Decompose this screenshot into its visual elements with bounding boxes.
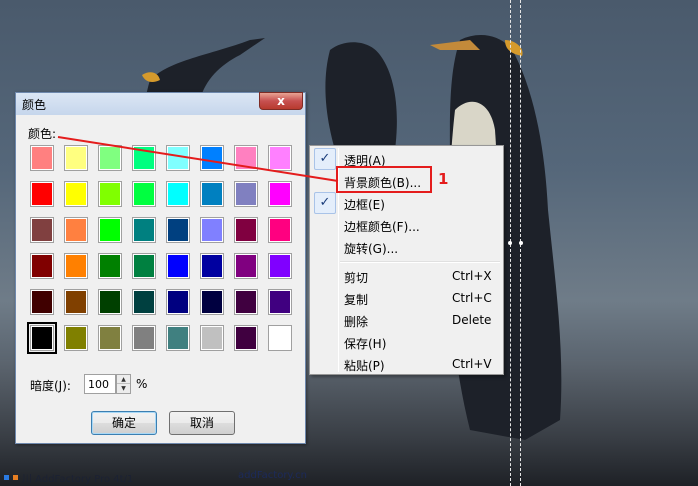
opacity-input[interactable]	[84, 374, 116, 394]
color-swatch[interactable]	[30, 253, 54, 279]
color-swatch[interactable]	[30, 289, 54, 315]
menu-item-label: 旋转(G)...	[344, 242, 399, 256]
dialog-title: 颜色	[22, 98, 47, 112]
color-swatch[interactable]	[268, 181, 292, 207]
color-swatch[interactable]	[268, 217, 292, 243]
stepper-up-icon[interactable]: ▲	[117, 375, 130, 384]
color-swatch[interactable]	[30, 145, 54, 171]
footer-link[interactable]: addFactory.cn	[238, 470, 307, 481]
color-swatch[interactable]	[132, 145, 156, 171]
color-swatch[interactable]	[132, 181, 156, 207]
color-swatch[interactable]	[234, 145, 258, 171]
color-swatch[interactable]	[268, 325, 292, 351]
dialog-titlebar[interactable]: 颜色 x	[16, 92, 305, 115]
color-swatch[interactable]	[64, 325, 88, 351]
color-swatch[interactable]	[200, 289, 224, 315]
color-swatch[interactable]	[166, 181, 190, 207]
opacity-label: 暗度(J):	[30, 379, 71, 393]
color-swatch[interactable]	[64, 217, 88, 243]
color-swatch[interactable]	[200, 253, 224, 279]
color-swatch[interactable]	[166, 217, 190, 243]
footer-left-text: 川 AddFactory Pro 4t/1	[22, 473, 134, 485]
menu-item-shortcut: Delete	[452, 313, 492, 327]
menu-item-shortcut: Ctrl+V	[452, 357, 492, 371]
color-swatch[interactable]	[132, 325, 156, 351]
cancel-button[interactable]: 取消	[169, 411, 235, 435]
color-swatch[interactable]	[200, 181, 224, 207]
color-swatch[interactable]	[132, 253, 156, 279]
color-swatch[interactable]	[200, 325, 224, 351]
color-swatch[interactable]	[27, 322, 57, 354]
color-swatch[interactable]	[268, 289, 292, 315]
color-swatch[interactable]	[30, 217, 54, 243]
color-swatch[interactable]	[98, 145, 122, 171]
menu-item-shortcut: Ctrl+C	[452, 291, 492, 305]
menu-item-label: 删除	[344, 315, 369, 329]
menu-item-border[interactable]: ✓ 边框(E)	[312, 192, 501, 214]
color-dialog: 颜色 x 颜色: 暗度(J): ▲ ▼ % 确定 取消	[15, 92, 306, 444]
annotation-highlight-box	[336, 166, 432, 193]
color-label: 颜色:	[28, 127, 57, 141]
color-swatch[interactable]	[64, 289, 88, 315]
color-swatch[interactable]	[30, 181, 54, 207]
color-swatch[interactable]	[234, 181, 258, 207]
color-swatch-grid	[27, 145, 292, 354]
menu-item-delete[interactable]: 删除 Delete	[312, 309, 501, 331]
menu-separator	[340, 261, 500, 263]
color-swatch[interactable]	[234, 289, 258, 315]
opacity-stepper[interactable]: ▲ ▼	[116, 374, 131, 394]
color-swatch[interactable]	[200, 217, 224, 243]
color-swatch[interactable]	[166, 325, 190, 351]
close-button[interactable]: x	[259, 92, 303, 110]
color-swatch[interactable]	[166, 289, 190, 315]
menu-item-label: 复制	[344, 293, 369, 307]
ok-button[interactable]: 确定	[91, 411, 157, 435]
menu-item-label: 粘贴(P)	[344, 359, 385, 373]
menu-item-paste[interactable]: 粘贴(P) Ctrl+V	[312, 353, 501, 375]
status-dot	[4, 474, 9, 480]
menu-item-shortcut: Ctrl+X	[452, 269, 492, 283]
selection-handle[interactable]	[508, 241, 512, 245]
color-swatch[interactable]	[234, 217, 258, 243]
color-swatch[interactable]	[98, 181, 122, 207]
menu-item-label: 剪切	[344, 271, 369, 285]
color-swatch[interactable]	[64, 145, 88, 171]
menu-item-label: 边框(E)	[344, 198, 385, 212]
color-swatch[interactable]	[268, 145, 292, 171]
selection-handle[interactable]	[519, 241, 523, 245]
menu-item-border-color[interactable]: 边框颜色(F)...	[312, 214, 501, 236]
color-swatch[interactable]	[64, 253, 88, 279]
color-swatch[interactable]	[132, 217, 156, 243]
color-swatch[interactable]	[200, 145, 224, 171]
menu-item-label: 保存(H)	[344, 337, 387, 351]
checkmark-icon: ✓	[314, 148, 336, 170]
color-swatch[interactable]	[166, 145, 190, 171]
color-swatch[interactable]	[166, 253, 190, 279]
color-swatch[interactable]	[98, 253, 122, 279]
footer-status: 川 AddFactory Pro 4t/1	[4, 470, 134, 485]
menu-item-copy[interactable]: 复制 Ctrl+C	[312, 287, 501, 309]
color-swatch[interactable]	[98, 289, 122, 315]
annotation-number: 1	[438, 170, 449, 188]
checkmark-icon: ✓	[314, 192, 336, 214]
menu-item-rotate[interactable]: 旋转(G)...	[312, 236, 501, 258]
color-swatch[interactable]	[98, 217, 122, 243]
menu-item-label: 边框颜色(F)...	[344, 220, 420, 234]
percent-sign: %	[136, 377, 148, 391]
color-swatch[interactable]	[132, 289, 156, 315]
menu-item-save[interactable]: 保存(H)	[312, 331, 501, 353]
color-swatch[interactable]	[234, 325, 258, 351]
color-swatch[interactable]	[98, 325, 122, 351]
stepper-down-icon[interactable]: ▼	[117, 384, 130, 393]
color-swatch[interactable]	[234, 253, 258, 279]
color-swatch[interactable]	[64, 181, 88, 207]
status-dot	[13, 474, 18, 480]
color-swatch[interactable]	[268, 253, 292, 279]
menu-item-cut[interactable]: 剪切 Ctrl+X	[312, 265, 501, 287]
